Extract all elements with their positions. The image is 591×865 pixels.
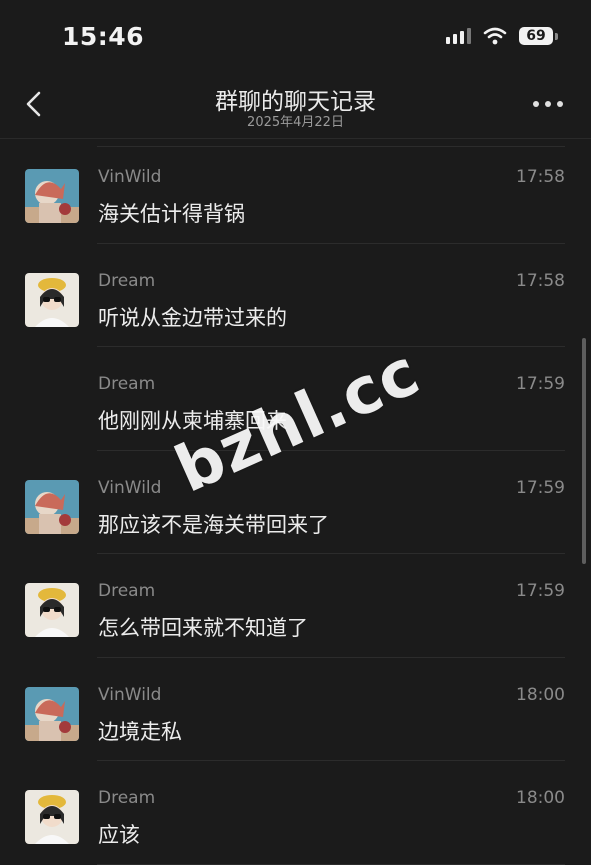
message-time: 18:00 (516, 788, 565, 808)
nav-bar: 群聊的聊天记录 2025年4月22日 (0, 72, 591, 139)
dream-avatar[interactable] (25, 790, 79, 844)
message-text: 边境走私 (98, 719, 182, 744)
message-time: 17:59 (516, 581, 565, 601)
message-time: 17:58 (516, 270, 565, 291)
scrollbar[interactable] (582, 338, 586, 564)
sender-name: Dream (98, 788, 156, 808)
message-time: 17:58 (516, 167, 565, 187)
message-text: 怎么带回来就不知道了 (98, 616, 308, 640)
wifi-icon (483, 27, 507, 45)
message-text: 他刚刚从柬埔寨回来 (98, 409, 287, 433)
message-text: 应该 (98, 823, 140, 847)
battery-icon: 69 (519, 27, 558, 45)
status-time: 15:46 (62, 22, 145, 51)
message-time: 17:59 (516, 477, 565, 498)
message-text: 海关估计得背锅 (98, 202, 245, 226)
sender-name: VinWild (98, 684, 162, 705)
sender-name: Dream (98, 374, 156, 394)
dream-avatar[interactable] (25, 583, 79, 637)
message-item[interactable]: VinWild 17:59 那应该不是海关带回来了 (0, 451, 591, 555)
sender-name: VinWild (98, 477, 162, 498)
message-time: 17:59 (516, 374, 565, 394)
message-item[interactable]: Dream 17:59 怎么带回来就不知道了 (0, 554, 591, 658)
message-time: 18:00 (516, 684, 565, 705)
sender-name: Dream (98, 581, 156, 601)
vinwild-avatar[interactable] (25, 479, 79, 534)
signal-icon (446, 28, 471, 44)
vinwild-avatar[interactable] (25, 169, 79, 223)
more-icon (533, 101, 539, 107)
status-bar: 15:46 69 (0, 0, 591, 72)
page-subtitle: 2025年4月22日 (247, 115, 344, 130)
message-text: 听说从金边带过来的 (98, 305, 287, 330)
more-button[interactable] (533, 98, 565, 110)
message-list: VinWild 17:58 海关估计得背锅 Dream 17:58 听说从金边带… (0, 140, 591, 865)
message-item[interactable]: Dream 17:58 听说从金边带过来的 (0, 244, 591, 348)
vinwild-avatar[interactable] (25, 686, 79, 741)
message-text: 那应该不是海关带回来了 (98, 512, 329, 537)
status-icons: 69 (446, 27, 558, 45)
message-item[interactable]: Dream 18:00 应该 (0, 761, 591, 865)
sender-name: VinWild (98, 167, 162, 187)
message-item[interactable]: Dream 17:59 他刚刚从柬埔寨回来 (0, 347, 591, 451)
sender-name: Dream (98, 270, 156, 291)
message-item[interactable]: VinWild 17:58 海关估计得背锅 (0, 140, 591, 244)
dream-avatar[interactable] (25, 272, 79, 327)
message-item[interactable]: VinWild 18:00 边境走私 (0, 658, 591, 762)
